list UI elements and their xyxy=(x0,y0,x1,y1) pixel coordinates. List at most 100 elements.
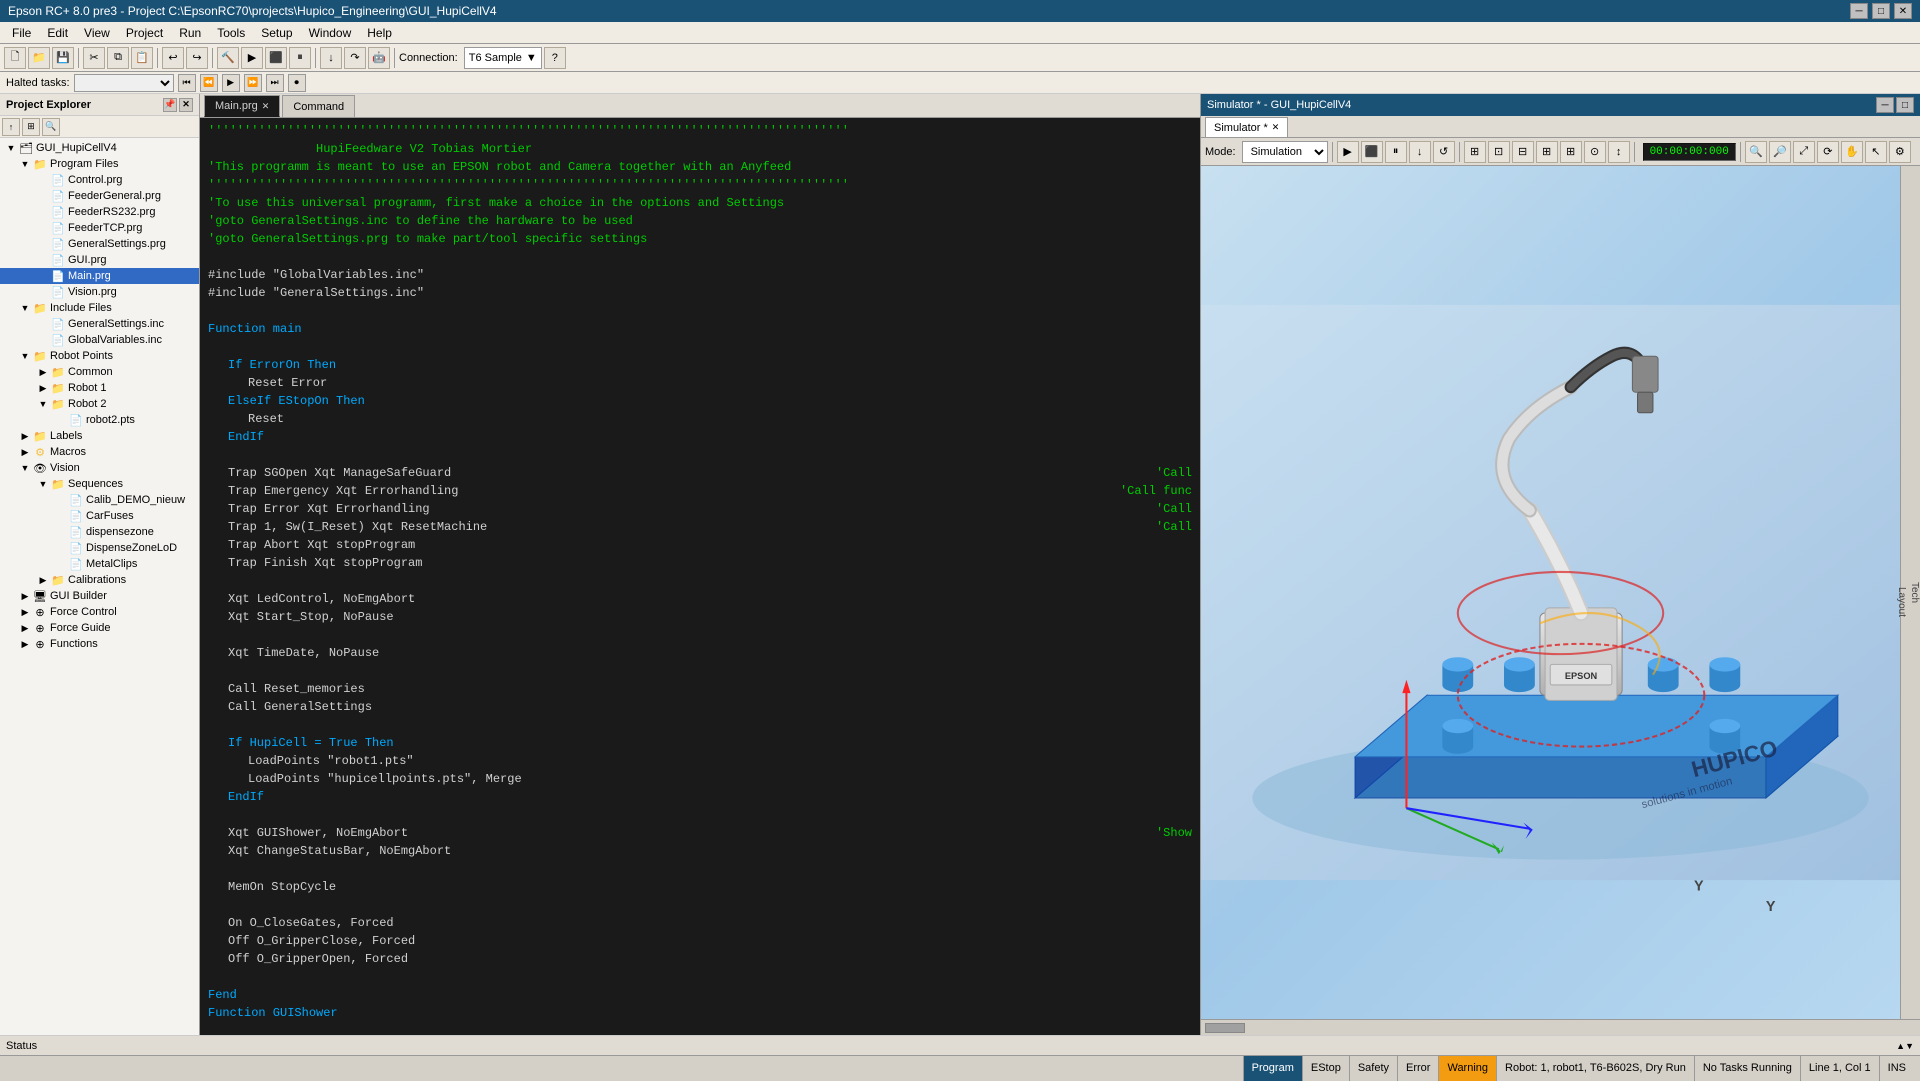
tree-force-guide[interactable]: ▶ ⊕ Force Guide xyxy=(0,620,199,636)
tb-save[interactable]: 💾 xyxy=(52,47,74,69)
pe-tb-btn2[interactable]: ⊞ xyxy=(22,118,40,136)
tree-labels[interactable]: ▶ 📁 Labels xyxy=(0,428,199,444)
tb-build[interactable]: 🔨 xyxy=(217,47,239,69)
sim-maximize-button[interactable]: □ xyxy=(1896,97,1914,113)
tree-sequences[interactable]: ▼ 📁 Sequences xyxy=(0,476,199,492)
menu-tools[interactable]: Tools xyxy=(209,24,253,42)
tree-macros[interactable]: ▶ ⚙ Macros xyxy=(0,444,199,460)
tb-help[interactable]: ? xyxy=(544,47,566,69)
menu-edit[interactable]: Edit xyxy=(39,24,76,42)
tree-feedergeneral[interactable]: 📄 FeederGeneral.prg xyxy=(0,188,199,204)
tb-step-over[interactable]: ↷ xyxy=(344,47,366,69)
tree-calib[interactable]: 📄 Calib_DEMO_nieuw xyxy=(0,492,199,508)
code-content[interactable]: ''''''''''''''''''''''''''''''''''''''''… xyxy=(200,118,1200,1035)
sim-tb-zoom-out[interactable]: 🔎 xyxy=(1769,141,1791,163)
sim-tb-step[interactable]: ↓ xyxy=(1409,141,1431,163)
tab-main-prg[interactable]: Main.prg ✕ xyxy=(204,95,280,117)
sim-viewport[interactable]: EPSON xyxy=(1201,166,1920,1019)
pe-close-button[interactable]: ✕ xyxy=(179,98,193,112)
tb-undo[interactable]: ↩ xyxy=(162,47,184,69)
minimize-button[interactable]: ─ xyxy=(1850,3,1868,19)
pe-pin-button[interactable]: 📌 xyxy=(163,98,177,112)
sim-tb-config[interactable]: ⚙ xyxy=(1889,141,1911,163)
halted-btn2[interactable]: ⏪ xyxy=(200,74,218,92)
halted-btn6[interactable]: ⏺ xyxy=(288,74,306,92)
sim-tab-close-icon[interactable]: ✕ xyxy=(1272,122,1280,133)
tree-gv-inc[interactable]: 📄 GlobalVariables.inc xyxy=(0,332,199,348)
sim-tb-view6[interactable]: ⊙ xyxy=(1584,141,1606,163)
maximize-button[interactable]: □ xyxy=(1872,3,1890,19)
tb-open[interactable]: 📁 xyxy=(28,47,50,69)
tree-carfuses[interactable]: 📄 CarFuses xyxy=(0,508,199,524)
connection-dropdown[interactable]: T6 Sample ▼ xyxy=(464,47,542,69)
menu-window[interactable]: Window xyxy=(301,24,360,42)
menu-file[interactable]: File xyxy=(4,24,39,42)
sim-scrollbar-bottom[interactable] xyxy=(1201,1019,1920,1035)
sim-tb-rotate[interactable]: ⟳ xyxy=(1817,141,1839,163)
tb-paste[interactable]: 📋 xyxy=(131,47,153,69)
tree-calibrations[interactable]: ▶ 📁 Calibrations xyxy=(0,572,199,588)
sim-tb-view7[interactable]: ↕ xyxy=(1608,141,1630,163)
tb-robot[interactable]: 🤖 xyxy=(368,47,390,69)
pe-tb-btn1[interactable]: ↑ xyxy=(2,118,20,136)
status-expand-arrows[interactable]: ▲▼ xyxy=(1896,1041,1914,1051)
tree-gui-builder[interactable]: ▶ 🖥 GUI Builder xyxy=(0,588,199,604)
tb-copy[interactable]: ⧉ xyxy=(107,47,129,69)
menu-project[interactable]: Project xyxy=(118,24,171,42)
tree-dispensezone[interactable]: 📄 dispensezone xyxy=(0,524,199,540)
tree-robot2[interactable]: ▼ 📁 Robot 2 xyxy=(0,396,199,412)
tree-feedertcp[interactable]: 📄 FeederTCP.prg xyxy=(0,220,199,236)
tb-redo[interactable]: ↪ xyxy=(186,47,208,69)
pe-tb-btn3[interactable]: 🔍 xyxy=(42,118,60,136)
tree-common[interactable]: ▶ 📁 Common xyxy=(0,364,199,380)
tree-vision[interactable]: ▼ 👁 Vision xyxy=(0,460,199,476)
menu-help[interactable]: Help xyxy=(359,24,400,42)
menu-view[interactable]: View xyxy=(76,24,118,42)
sim-tb-view1[interactable]: ⊞ xyxy=(1464,141,1486,163)
tree-gs-inc[interactable]: 📄 GeneralSettings.inc xyxy=(0,316,199,332)
sim-tab-simulator[interactable]: Simulator * ✕ xyxy=(1205,117,1288,137)
sim-tb-reset[interactable]: ↺ xyxy=(1433,141,1455,163)
tree-feederrs232[interactable]: 📄 FeederRS232.prg xyxy=(0,204,199,220)
close-button[interactable]: ✕ xyxy=(1894,3,1912,19)
sim-mode-select[interactable]: Simulation Real Robot xyxy=(1242,141,1328,163)
tree-control-prg[interactable]: 📄 Control.prg xyxy=(0,172,199,188)
tree-include-files[interactable]: ▼ 📁 Include Files xyxy=(0,300,199,316)
tree-program-files[interactable]: ▼ 📁 Program Files xyxy=(0,156,199,172)
halted-btn3[interactable]: ▶ xyxy=(222,74,240,92)
menu-run[interactable]: Run xyxy=(171,24,209,42)
tree-metalclips[interactable]: 📄 MetalClips xyxy=(0,556,199,572)
sim-scrollbar-thumb[interactable] xyxy=(1205,1023,1245,1033)
tree-root[interactable]: ▼ 🗂 GUI_HupiCellV4 xyxy=(0,140,199,156)
menu-setup[interactable]: Setup xyxy=(253,24,300,42)
sim-tb-view5[interactable]: ⊞ xyxy=(1560,141,1582,163)
halted-btn1[interactable]: ⏮ xyxy=(178,74,196,92)
sim-tb-view4[interactable]: ⊞ xyxy=(1536,141,1558,163)
tree-generalsettings[interactable]: 📄 GeneralSettings.prg xyxy=(0,236,199,252)
sim-tb-select[interactable]: ↖ xyxy=(1865,141,1887,163)
sim-tb-zoom-in[interactable]: 🔍 xyxy=(1745,141,1767,163)
tree-robot-points[interactable]: ▼ 📁 Robot Points xyxy=(0,348,199,364)
halted-btn5[interactable]: ⏭ xyxy=(266,74,284,92)
tab-command[interactable]: Command xyxy=(282,95,355,117)
tb-stop[interactable]: ⬛ xyxy=(265,47,287,69)
sim-tb-stop[interactable]: ⬛ xyxy=(1361,141,1383,163)
tree-functions[interactable]: ▶ ⊕ Functions xyxy=(0,636,199,652)
tb-step[interactable]: ↓ xyxy=(320,47,342,69)
tree-vision-prg[interactable]: 📄 Vision.prg xyxy=(0,284,199,300)
tree-main-prg[interactable]: 📄 Main.prg xyxy=(0,268,199,284)
tree-dispensezoneload[interactable]: 📄 DispenseZoneLoD xyxy=(0,540,199,556)
sim-tb-pause[interactable]: ⏸ xyxy=(1385,141,1407,163)
sim-tb-zoom-fit[interactable]: ⤢ xyxy=(1793,141,1815,163)
tb-run[interactable]: ▶ xyxy=(241,47,263,69)
tb-cut[interactable]: ✂ xyxy=(83,47,105,69)
sim-tb-view3[interactable]: ⊟ xyxy=(1512,141,1534,163)
halted-tasks-select[interactable] xyxy=(74,74,174,92)
tb-new[interactable]: 🗋 xyxy=(4,47,26,69)
tb-pause[interactable]: ⏸ xyxy=(289,47,311,69)
tree-gui-prg[interactable]: 📄 GUI.prg xyxy=(0,252,199,268)
sim-tb-run[interactable]: ▶ xyxy=(1337,141,1359,163)
halted-btn4[interactable]: ⏩ xyxy=(244,74,262,92)
tree-robot2-pts[interactable]: 📄 robot2.pts xyxy=(0,412,199,428)
tab-main-close-icon[interactable]: ✕ xyxy=(262,101,270,112)
